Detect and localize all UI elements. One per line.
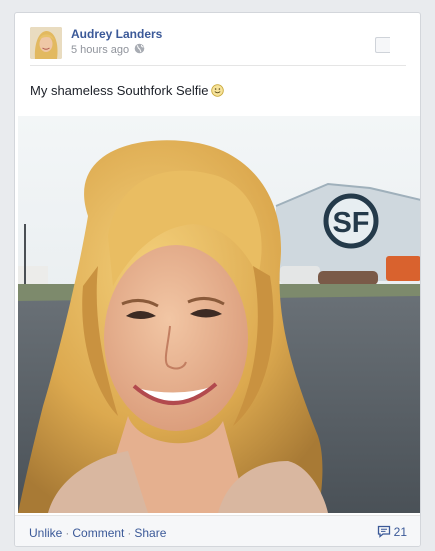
action-separator: · [127,526,132,540]
comment-bubble-icon [377,525,391,538]
post-timestamp: 5 hours ago [71,43,145,56]
barn-sign-text: SF [332,207,369,239]
smiley-icon [211,84,225,97]
post-photo[interactable]: SF [18,116,420,513]
author-avatar[interactable] [30,27,62,59]
action-separator: · [65,526,70,540]
post-header: Audrey Landers 5 hours ago [30,27,390,61]
header-divider [30,65,406,66]
unlike-link[interactable]: Unlike [29,526,62,540]
comment-count-button[interactable]: 21 [377,525,407,539]
globe-icon[interactable] [134,43,145,54]
post-footer: Unlike · Comment · Share 21 [15,515,420,546]
feed-post-card: Audrey Landers 5 hours ago My shameless … [14,12,421,547]
post-message-text: My shameless Southfork Selfie [30,83,209,98]
timestamp-text[interactable]: 5 hours ago [71,44,129,56]
post-actions: Unlike · Comment · Share [29,526,166,540]
post-options-chevron-icon[interactable] [375,37,390,53]
comment-count-value: 21 [393,525,407,539]
post-message: My shameless Southfork Selfie [30,83,225,98]
author-name[interactable]: Audrey Landers [71,27,162,41]
share-link[interactable]: Share [134,526,166,540]
comment-link[interactable]: Comment [72,526,124,540]
